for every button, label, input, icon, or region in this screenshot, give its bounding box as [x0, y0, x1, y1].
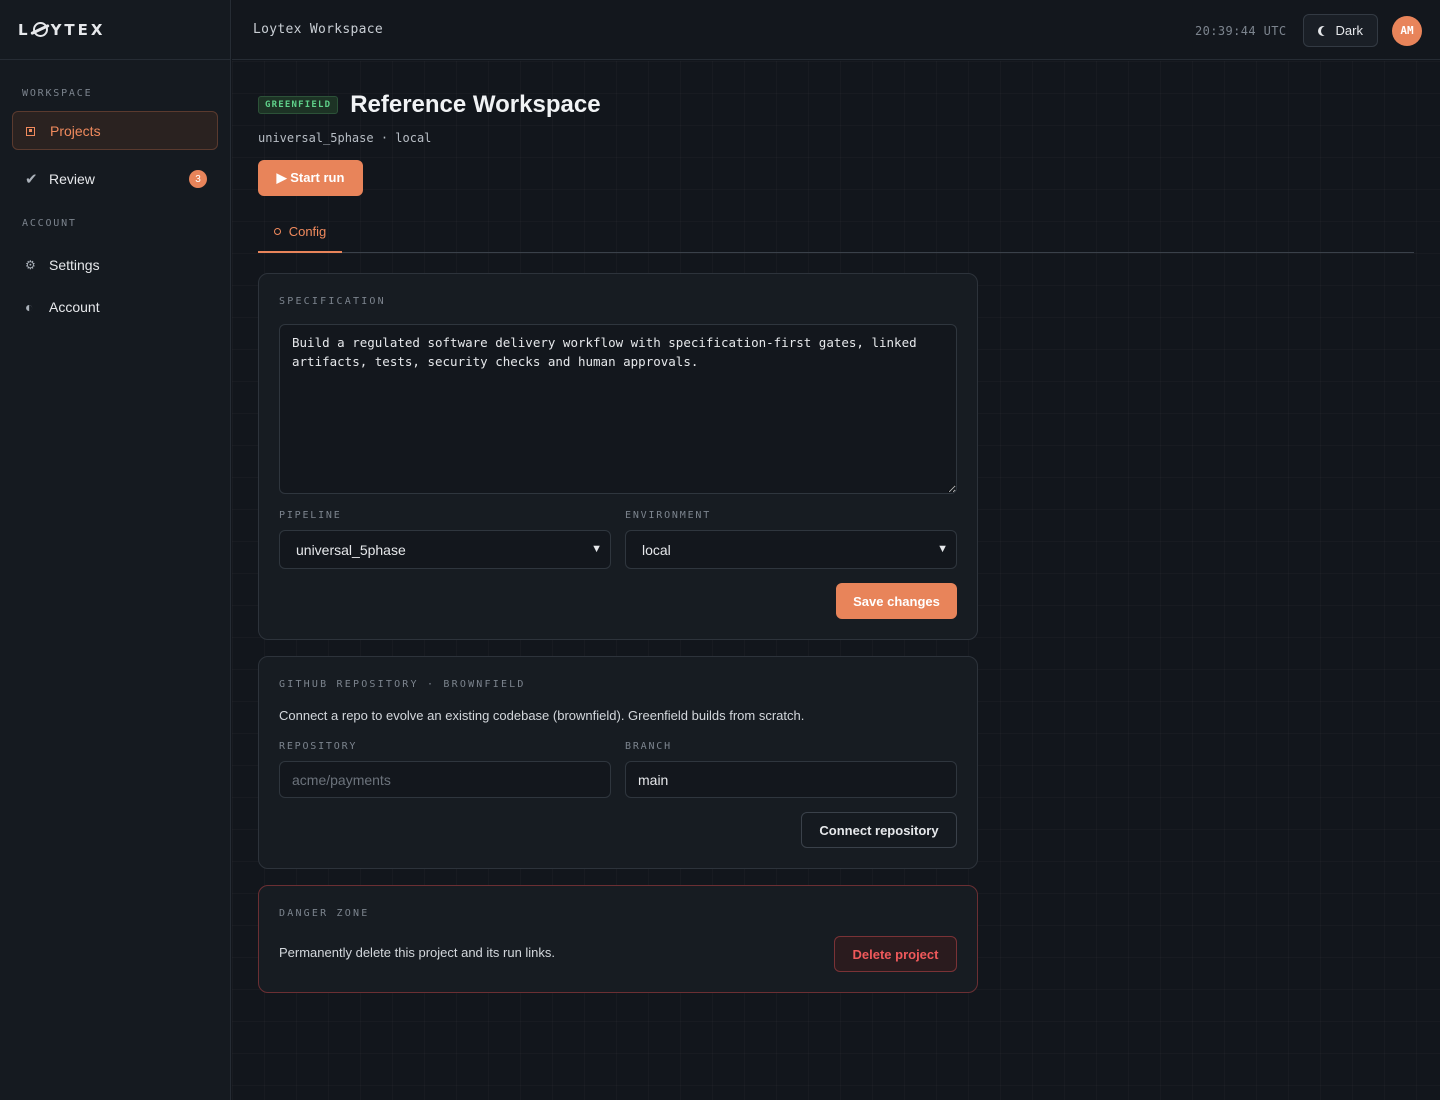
sidebar-item-projects[interactable]: Projects	[12, 111, 218, 150]
pipeline-label: PIPELINE	[279, 510, 342, 521]
nav-section-workspace: WORKSPACE	[22, 88, 93, 99]
tab-bar: Config	[258, 212, 1414, 253]
project-subtitle: universal_5phase · local	[258, 131, 432, 145]
repository-input[interactable]	[279, 761, 611, 798]
card-label: GITHUB REPOSITORY · BROWNFIELD	[279, 679, 526, 690]
specification-card: SPECIFICATION PIPELINE universal_5phase …	[258, 273, 978, 640]
card-label: SPECIFICATION	[279, 296, 386, 307]
repo-description: Connect a repo to evolve an existing cod…	[279, 708, 805, 723]
theme-label: Dark	[1335, 23, 1363, 38]
repository-label: REPOSITORY	[279, 741, 358, 752]
app-logo[interactable]: L YTEX	[18, 21, 105, 39]
sidebar-item-account[interactable]: ◐ Account	[12, 287, 218, 326]
start-run-button[interactable]: ▶ Start run	[258, 160, 363, 196]
check-icon: ✔	[25, 170, 38, 188]
logo-bar: L YTEX	[0, 0, 230, 60]
tab-config[interactable]: Config	[258, 212, 342, 253]
danger-description: Permanently delete this project and its …	[279, 945, 556, 960]
gear-icon: ⚙	[25, 257, 36, 272]
main-content: GREENFIELD Reference Workspace universal…	[232, 61, 1440, 1100]
connect-repository-button[interactable]: Connect repository	[801, 812, 957, 848]
environment-label: ENVIRONMENT	[625, 510, 712, 521]
logo-ring-icon	[32, 22, 48, 37]
sidebar-item-settings[interactable]: ⚙ Settings	[12, 245, 218, 284]
branch-input[interactable]	[625, 761, 957, 798]
half-circle-icon: ◐	[25, 298, 34, 315]
card-label: DANGER ZONE	[279, 908, 370, 919]
sidebar-item-label: Review	[49, 170, 95, 187]
top-bar: Loytex Workspace 20:39:44 UTC Dark AM	[232, 0, 1440, 60]
environment-value: local	[642, 541, 671, 558]
sidebar: L YTEX WORKSPACE Projects ✔ Review 3 ACCO…	[0, 0, 231, 1100]
tab-label: Config	[288, 224, 327, 239]
environment-select[interactable]: local ▼	[625, 530, 957, 569]
sidebar-item-label: Account	[49, 298, 100, 315]
config-icon	[273, 228, 281, 235]
github-repository-card: GITHUB REPOSITORY · BROWNFIELD Connect a…	[258, 656, 978, 869]
chevron-down-icon: ▼	[591, 543, 602, 555]
page-title: Reference Workspace	[350, 91, 601, 118]
avatar[interactable]: AM	[1392, 15, 1422, 46]
branch-label: BRANCH	[625, 741, 672, 752]
moon-icon	[1321, 26, 1331, 36]
specification-textarea[interactable]	[279, 324, 957, 494]
sidebar-item-label: Projects	[50, 122, 101, 139]
nav-section-account: ACCOUNT	[22, 218, 77, 229]
sidebar-item-label: Settings	[49, 256, 100, 273]
utc-clock: 20:39:44 UTC	[1195, 23, 1287, 38]
projects-icon	[26, 124, 50, 138]
save-changes-button[interactable]: Save changes	[836, 583, 957, 619]
top-bar-actions: 20:39:44 UTC Dark AM	[1195, 14, 1422, 47]
sidebar-item-review[interactable]: ✔ Review 3	[12, 159, 218, 198]
danger-zone-card: DANGER ZONE Permanently delete this proj…	[258, 885, 978, 993]
project-type-tag: GREENFIELD	[258, 96, 339, 114]
chevron-down-icon: ▼	[937, 543, 948, 555]
review-count-badge: 3	[189, 170, 207, 188]
delete-project-button[interactable]: Delete project	[834, 936, 957, 972]
pipeline-value: universal_5phase	[296, 541, 406, 558]
project-header: GREENFIELD Reference Workspace	[258, 91, 601, 119]
theme-toggle-button[interactable]: Dark	[1302, 14, 1378, 47]
workspace-title: Loytex Workspace	[253, 22, 384, 37]
pipeline-select[interactable]: universal_5phase ▼	[279, 530, 611, 569]
